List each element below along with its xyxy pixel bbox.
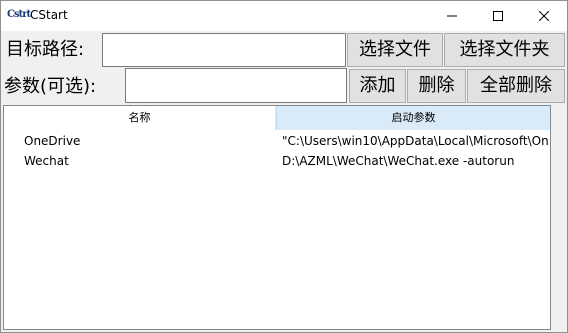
params-label: 参数(可选): bbox=[4, 76, 97, 97]
delete-button[interactable]: 删除 bbox=[407, 69, 466, 103]
maximize-icon bbox=[493, 11, 503, 21]
maximize-button[interactable] bbox=[475, 1, 521, 31]
column-header-name[interactable]: 名称 bbox=[4, 106, 276, 130]
target-path-input[interactable] bbox=[102, 33, 346, 67]
close-button[interactable] bbox=[521, 1, 567, 31]
app-logo-icon: Cstrt bbox=[7, 9, 31, 20]
window-title: CStart bbox=[30, 8, 68, 22]
right-margin-area bbox=[552, 105, 567, 330]
target-path-label: 目标路径: bbox=[6, 39, 85, 60]
cell-args: "C:\Users\win10\AppData\Local\Microsoft\… bbox=[282, 134, 549, 148]
table-row[interactable]: Wechat D:\AZML\WeChat\WeChat.exe -autoru… bbox=[4, 151, 550, 171]
table-row[interactable]: OneDrive "C:\Users\win10\AppData\Local\M… bbox=[4, 131, 550, 151]
app-window: Cstrt CStart 目标路径: 选择文件 选择文件夹 参数(可选): 添加… bbox=[0, 0, 568, 333]
column-header-args[interactable]: 启动参数 bbox=[276, 106, 550, 130]
close-icon bbox=[539, 11, 549, 21]
add-button[interactable]: 添加 bbox=[349, 69, 406, 103]
params-input[interactable] bbox=[125, 68, 347, 103]
select-file-button[interactable]: 选择文件 bbox=[347, 33, 443, 67]
cell-name: Wechat bbox=[24, 154, 69, 168]
startup-list-view[interactable]: 名称 启动参数 OneDrive "C:\Users\win10\AppData… bbox=[3, 105, 551, 330]
cell-name: OneDrive bbox=[24, 134, 81, 148]
minimize-button[interactable] bbox=[429, 1, 475, 31]
delete-all-button[interactable]: 全部删除 bbox=[467, 69, 565, 103]
title-bar[interactable]: Cstrt CStart bbox=[1, 1, 567, 31]
cell-args: D:\AZML\WeChat\WeChat.exe -autorun bbox=[282, 154, 515, 168]
select-folder-button[interactable]: 选择文件夹 bbox=[444, 33, 565, 67]
minimize-icon bbox=[447, 15, 457, 17]
